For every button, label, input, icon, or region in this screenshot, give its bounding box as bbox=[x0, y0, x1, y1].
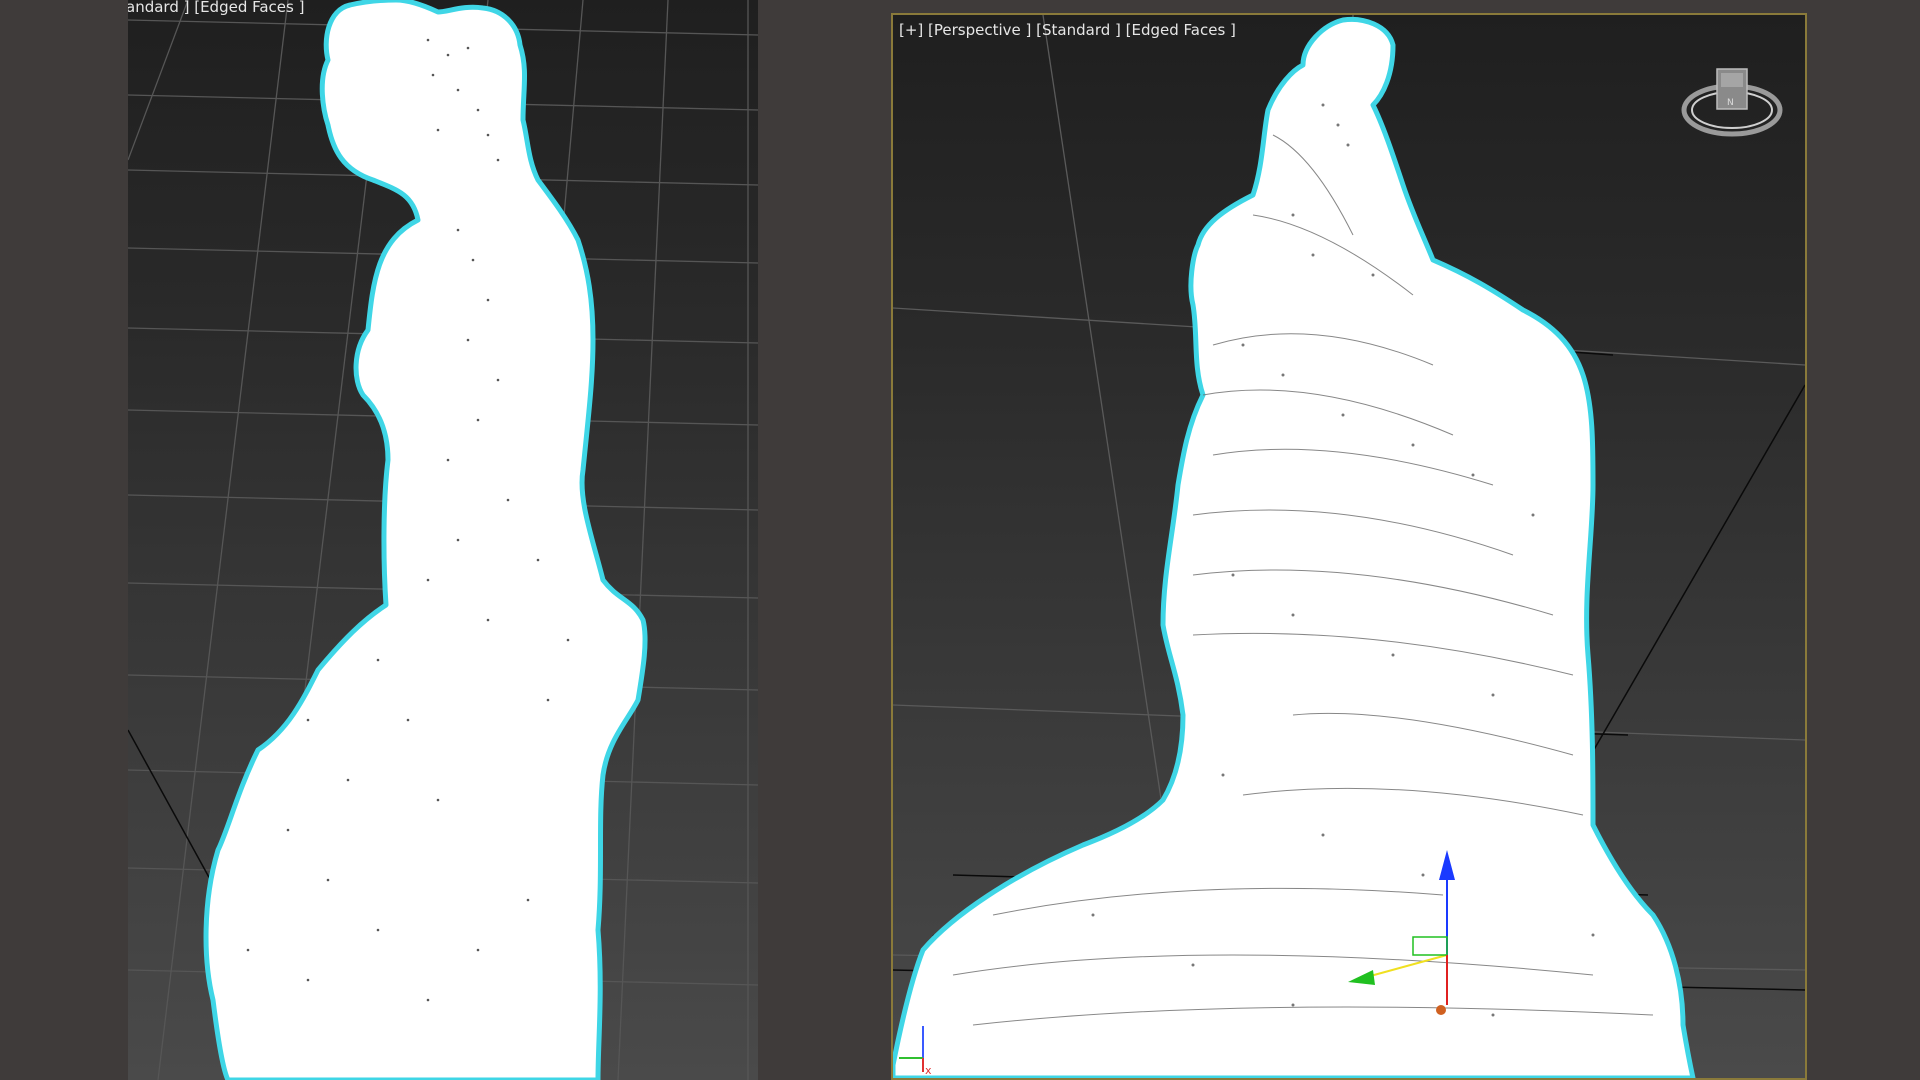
viewport-label-right[interactable]: [+] [Perspective ] [Standard ] [Edged Fa… bbox=[899, 21, 1236, 39]
right-viewport-canvas bbox=[893, 15, 1805, 1078]
statue-silhouette-left bbox=[203, 0, 648, 1080]
axis-label-x: x bbox=[925, 1064, 932, 1074]
right-viewport-perspective[interactable]: [+] [Perspective ] [Standard ] [Edged Fa… bbox=[891, 13, 1807, 1080]
axis-label-z: z bbox=[925, 1018, 931, 1031]
viewport-label-left[interactable]: andard ] [Edged Faces ] bbox=[128, 0, 304, 16]
left-viewport-canvas bbox=[128, 0, 758, 1080]
svg-text:N: N bbox=[1727, 98, 1734, 108]
statue-silhouette-right bbox=[893, 16, 1696, 1078]
left-viewport[interactable]: andard ] [Edged Faces ] bbox=[128, 0, 758, 1080]
viewcube-icon[interactable]: N bbox=[1677, 55, 1787, 145]
axis-tripod-icon: z x bbox=[899, 1018, 932, 1074]
